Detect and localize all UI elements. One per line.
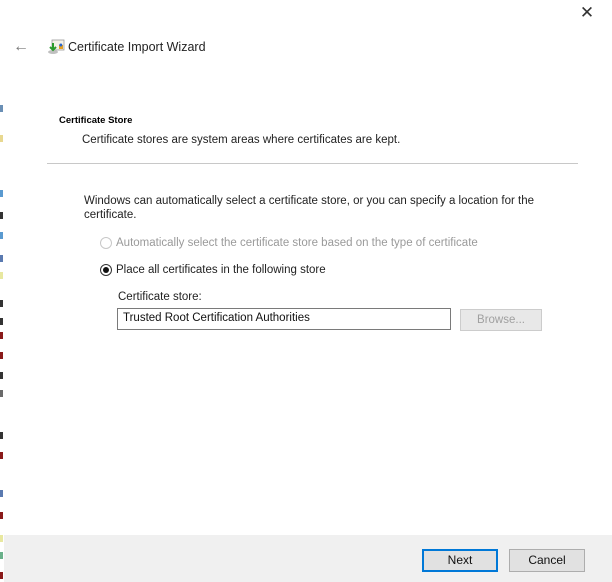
cancel-button[interactable]: Cancel (509, 549, 585, 572)
intro-text: Windows can automatically select a certi… (84, 195, 534, 221)
certificate-import-wizard-dialog: ✕ ← Certificate Import Wizard Certificat… (4, 0, 612, 582)
certificate-store-field[interactable]: Trusted Root Certification Authorities (117, 308, 451, 330)
header-divider (47, 163, 578, 164)
radio-label: Place all certificates in the following … (116, 264, 326, 276)
radio-button-checked[interactable] (100, 264, 112, 276)
close-button[interactable]: ✕ (578, 4, 596, 22)
radio-place-in-store[interactable]: Place all certificates in the following … (100, 264, 326, 276)
certificate-store-label: Certificate store: (118, 291, 202, 303)
certificate-wizard-icon (48, 39, 65, 54)
radio-label: Automatically select the certificate sto… (116, 237, 478, 249)
radio-auto-select[interactable]: Automatically select the certificate sto… (100, 237, 478, 249)
page-subtitle: Certificate stores are system areas wher… (82, 134, 401, 146)
next-button[interactable]: Next (422, 549, 498, 572)
page-title: Certificate Store (59, 115, 133, 126)
back-arrow-button[interactable]: ← (13, 39, 29, 55)
wizard-title: Certificate Import Wizard (68, 40, 206, 54)
wizard-footer: Next Cancel (4, 535, 612, 582)
browse-button[interactable]: Browse... (460, 309, 542, 331)
radio-button-unchecked[interactable] (100, 237, 112, 249)
